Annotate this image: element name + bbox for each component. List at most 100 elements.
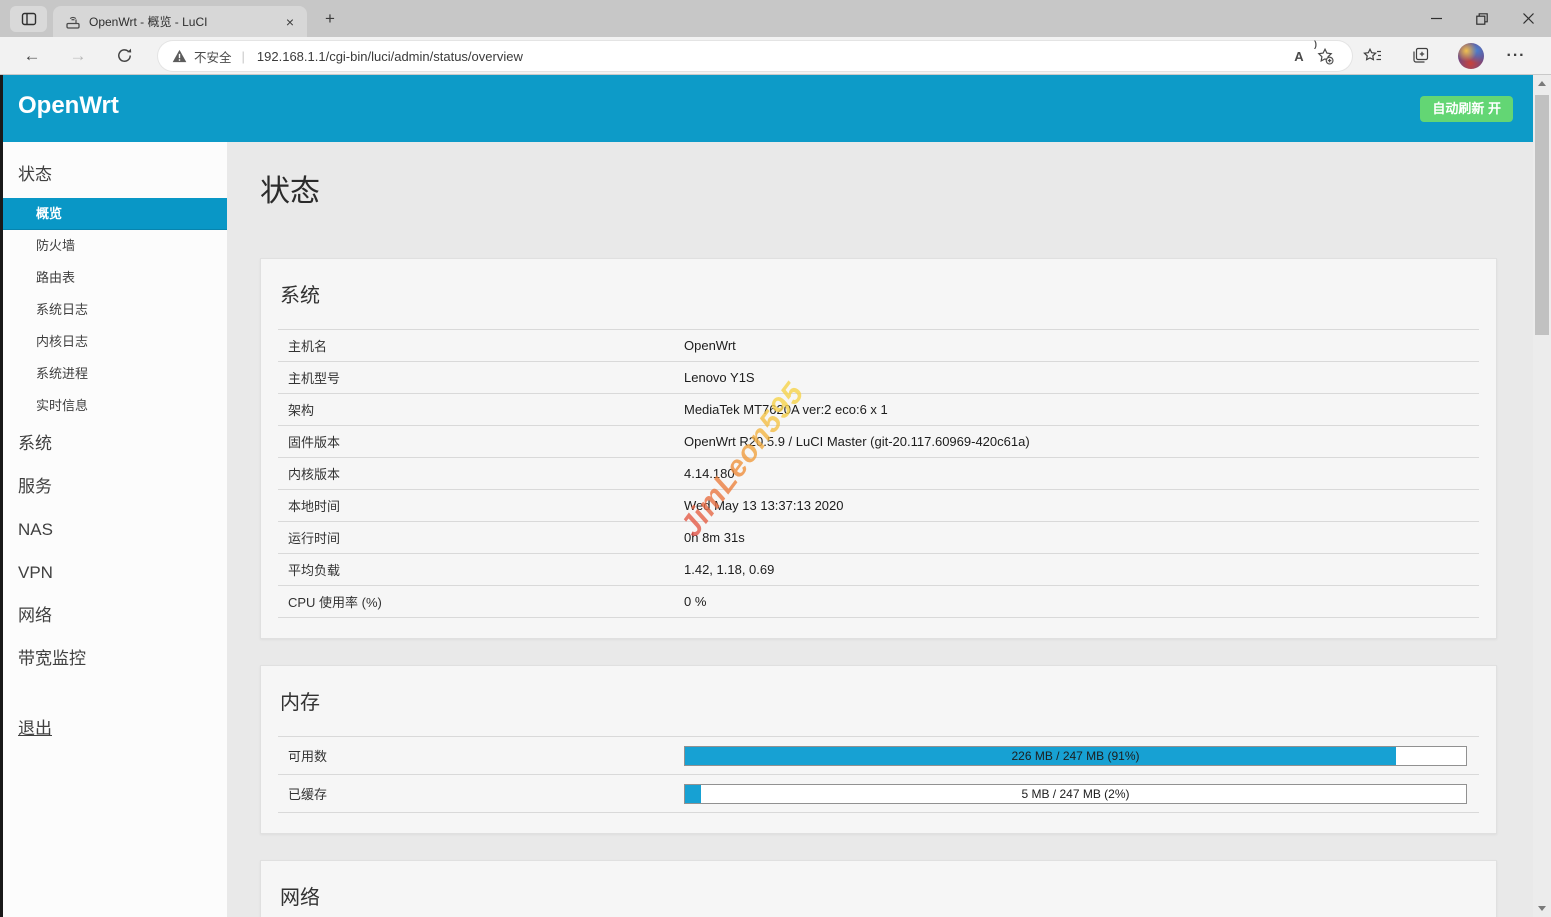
table-row-firmware: 固件版本 OpenWrt R20.5.9 / LuCI Master (git-… bbox=[278, 426, 1479, 458]
row-label: 平均负载 bbox=[278, 560, 684, 579]
row-value: 4.14.180 bbox=[684, 466, 1479, 481]
row-value: 0h 8m 31s bbox=[684, 530, 1479, 545]
back-button[interactable]: ← bbox=[19, 43, 45, 69]
page-viewport: OpenWrt 自动刷新 开 状态 概览 防火墙 路由表 系统日志 内核日志 系… bbox=[0, 75, 1551, 917]
autorefresh-toggle-button[interactable]: 自动刷新 开 bbox=[1420, 96, 1513, 122]
memory-table: 可用数 226 MB / 247 MB (91%) 已缓存 bbox=[278, 736, 1479, 813]
scrollbar-up-arrow-icon[interactable] bbox=[1538, 81, 1546, 86]
collections-button[interactable] bbox=[1407, 42, 1435, 70]
sidebar-item-kernel-log[interactable]: 内核日志 bbox=[0, 326, 227, 358]
sidebar-item-routes[interactable]: 路由表 bbox=[0, 262, 227, 294]
sidebar-item-system-log[interactable]: 系统日志 bbox=[0, 294, 227, 326]
router-favicon-icon bbox=[65, 14, 81, 30]
tab-title: OpenWrt - 概览 - LuCI bbox=[89, 13, 281, 30]
table-row-model: 主机型号 Lenovo Y1S bbox=[278, 362, 1479, 394]
brand-logo: OpenWrt bbox=[18, 92, 119, 120]
table-row-architecture: 架构 MediaTek MT7620A ver:2 eco:6 x 1 bbox=[278, 394, 1479, 426]
progress-text: 5 MB / 247 MB (2%) bbox=[685, 785, 1466, 803]
progress-text: 226 MB / 247 MB (91%) bbox=[685, 747, 1466, 765]
memory-card: 内存 可用数 226 MB / 247 MB (91%) bbox=[260, 665, 1497, 834]
sidebar-item-overview[interactable]: 概览 bbox=[0, 198, 227, 230]
page-scrollbar[interactable] bbox=[1533, 75, 1551, 917]
table-row-load: 平均负载 1.42, 1.18, 0.69 bbox=[278, 554, 1479, 586]
system-card-title: 系统 bbox=[280, 283, 1479, 309]
url-text[interactable]: 192.168.1.1/cgi-bin/luci/admin/status/ov… bbox=[257, 49, 1286, 64]
favorites-button[interactable] bbox=[1358, 42, 1386, 70]
memory-available-cell: 226 MB / 247 MB (91%) bbox=[684, 746, 1479, 766]
row-value: OpenWrt R20.5.9 / LuCI Master (git-20.11… bbox=[684, 434, 1479, 449]
address-bar[interactable]: 不安全 | 192.168.1.1/cgi-bin/luci/admin/sta… bbox=[158, 41, 1352, 71]
sidebar-group-status[interactable]: 状态 bbox=[0, 158, 227, 192]
memory-card-title: 内存 bbox=[280, 690, 1479, 716]
row-value: MediaTek MT7620A ver:2 eco:6 x 1 bbox=[684, 402, 1479, 417]
sidebar-item-firewall[interactable]: 防火墙 bbox=[0, 230, 227, 262]
tab-close-button[interactable]: × bbox=[281, 13, 299, 31]
scrollbar-thumb[interactable] bbox=[1535, 95, 1549, 335]
window-left-edge bbox=[0, 75, 3, 917]
row-label: 固件版本 bbox=[278, 432, 684, 451]
table-row-memory-cached: 已缓存 5 MB / 247 MB (2%) bbox=[278, 775, 1479, 813]
table-row-cpu-usage: CPU 使用率 (%) 0 % bbox=[278, 586, 1479, 618]
browser-tab[interactable]: OpenWrt - 概览 - LuCI × bbox=[53, 6, 307, 37]
not-secure-warning-icon bbox=[172, 49, 187, 63]
network-card: 网络 bbox=[260, 860, 1497, 917]
row-label: 主机型号 bbox=[278, 368, 684, 387]
table-row-kernel: 内核版本 4.14.180 bbox=[278, 458, 1479, 490]
row-value: 1.42, 1.18, 0.69 bbox=[684, 562, 1479, 577]
window-close-button[interactable] bbox=[1505, 0, 1551, 37]
status-submenu: 概览 防火墙 路由表 系统日志 内核日志 系统进程 实时信息 bbox=[0, 198, 227, 422]
row-label: 内核版本 bbox=[278, 464, 684, 483]
sidebar-item-services[interactable]: 服务 bbox=[0, 465, 227, 508]
window-minimize-button[interactable] bbox=[1413, 0, 1459, 37]
logout-link[interactable]: 退出 bbox=[0, 714, 227, 744]
sidebar-item-system[interactable]: 系统 bbox=[0, 422, 227, 465]
memory-cached-progressbar: 5 MB / 247 MB (2%) bbox=[684, 784, 1467, 804]
row-label: 本地时间 bbox=[278, 496, 684, 515]
more-menu-button[interactable]: ··· bbox=[1502, 42, 1530, 70]
security-label: 不安全 bbox=[194, 47, 232, 66]
screen: OpenWrt - 概览 - LuCI × + ← → 不安全 bbox=[0, 0, 1551, 917]
luci-header: OpenWrt 自动刷新 开 bbox=[0, 75, 1533, 142]
system-card: 系统 主机名 OpenWrt 主机型号 Lenovo Y1S 架构 MediaT bbox=[260, 258, 1497, 639]
sidebar-item-nas[interactable]: NAS bbox=[0, 508, 227, 551]
memory-cached-cell: 5 MB / 247 MB (2%) bbox=[684, 784, 1479, 804]
row-label: CPU 使用率 (%) bbox=[278, 592, 684, 611]
window-restore-button[interactable] bbox=[1459, 0, 1505, 37]
row-value: Wed May 13 13:37:13 2020 bbox=[684, 498, 1479, 513]
row-label: 运行时间 bbox=[278, 528, 684, 547]
page-title: 状态 bbox=[260, 172, 1533, 212]
table-row-uptime: 运行时间 0h 8m 31s bbox=[278, 522, 1479, 554]
memory-available-progressbar: 226 MB / 247 MB (91%) bbox=[684, 746, 1467, 766]
row-label: 主机名 bbox=[278, 336, 684, 355]
table-row-memory-available: 可用数 226 MB / 247 MB (91%) bbox=[278, 737, 1479, 775]
table-row-localtime: 本地时间 Wed May 13 13:37:13 2020 bbox=[278, 490, 1479, 522]
table-row-hostname: 主机名 OpenWrt bbox=[278, 330, 1479, 362]
profile-avatar[interactable] bbox=[1458, 43, 1484, 69]
new-tab-button[interactable]: + bbox=[318, 8, 342, 32]
sidebar-item-vpn[interactable]: VPN bbox=[0, 551, 227, 594]
read-aloud-letter: A bbox=[1294, 49, 1303, 64]
row-value: OpenWrt bbox=[684, 338, 1479, 353]
row-label: 已缓存 bbox=[278, 784, 684, 803]
forward-button: → bbox=[65, 43, 91, 69]
vertical-tabs-icon bbox=[21, 11, 37, 27]
sidebar: 状态 概览 防火墙 路由表 系统日志 内核日志 系统进程 实时信息 系统 服务 … bbox=[0, 142, 227, 917]
row-label: 可用数 bbox=[278, 746, 684, 765]
row-label: 架构 bbox=[278, 400, 684, 419]
browser-toolbar: ← → 不安全 | 192.168.1.1/cgi-bin/luci/admin… bbox=[0, 37, 1551, 75]
read-aloud-mark: ) bbox=[1314, 39, 1317, 49]
sidebar-item-bandwidth-monitor[interactable]: 带宽监控 bbox=[0, 637, 227, 680]
refresh-button[interactable] bbox=[111, 43, 137, 69]
row-value: 0 % bbox=[684, 594, 1479, 609]
vertical-tabs-button[interactable] bbox=[10, 6, 47, 32]
sidebar-item-realtime-info[interactable]: 实时信息 bbox=[0, 390, 227, 422]
sidebar-item-network[interactable]: 网络 bbox=[0, 594, 227, 637]
read-aloud-button[interactable]: A ) bbox=[1286, 43, 1312, 69]
system-table: 主机名 OpenWrt 主机型号 Lenovo Y1S 架构 MediaTek … bbox=[278, 329, 1479, 618]
browser-tab-strip: OpenWrt - 概览 - LuCI × + bbox=[0, 0, 1551, 37]
address-separator: | bbox=[242, 49, 245, 64]
sidebar-item-processes[interactable]: 系统进程 bbox=[0, 358, 227, 390]
scrollbar-down-arrow-icon[interactable] bbox=[1538, 906, 1546, 911]
row-value: Lenovo Y1S bbox=[684, 370, 1479, 385]
network-card-title: 网络 bbox=[280, 885, 1479, 911]
